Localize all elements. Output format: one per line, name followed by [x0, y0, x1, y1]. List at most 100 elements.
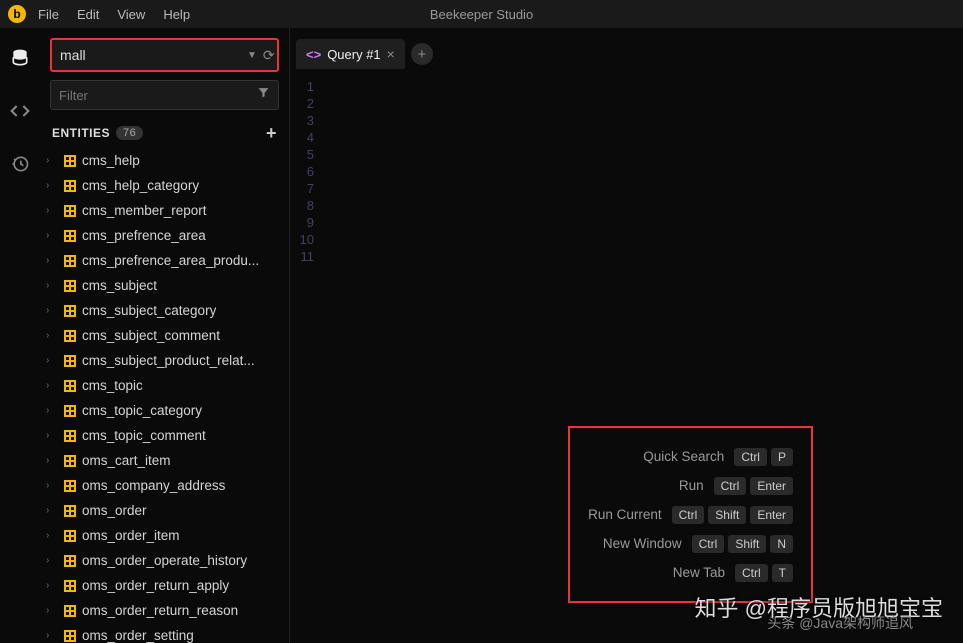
shortcut-label: Run Current: [588, 507, 662, 522]
table-name: cms_topic_category: [82, 403, 202, 418]
shortcut-row: New WindowCtrlShiftN: [588, 529, 793, 558]
chevron-right-icon: ›: [46, 255, 58, 266]
table-name: oms_order_return_reason: [82, 603, 238, 618]
filter-row[interactable]: [50, 80, 279, 110]
table-row[interactable]: ›cms_subject: [40, 273, 289, 298]
table-name: oms_order_return_apply: [82, 578, 229, 593]
query-icon[interactable]: [10, 101, 30, 126]
table-row[interactable]: ›cms_help: [40, 148, 289, 173]
table-row[interactable]: › cms_subject_comment: [40, 323, 289, 348]
database-icon[interactable]: [10, 48, 30, 73]
shortcut-label: Quick Search: [643, 449, 724, 464]
table-icon: [64, 530, 76, 542]
tab-query-1[interactable]: <> Query #1 ×: [296, 39, 405, 69]
table-icon: [64, 480, 76, 492]
table-name: oms_order_operate_history: [82, 553, 247, 568]
menu-file[interactable]: File: [38, 7, 59, 22]
table-row[interactable]: ›oms_cart_item: [40, 448, 289, 473]
table-row[interactable]: ›cms_topic_comment: [40, 423, 289, 448]
refresh-icon[interactable]: ⟳: [263, 47, 275, 64]
code-icon: <>: [306, 47, 321, 62]
table-icon: [64, 380, 76, 392]
chevron-right-icon: ›: [46, 305, 58, 316]
shortcut-label: New Window: [603, 536, 682, 551]
table-row[interactable]: ›cms_prefrence_area_produ...: [40, 248, 289, 273]
chevron-right-icon: ›: [46, 430, 58, 441]
database-input[interactable]: [60, 47, 241, 63]
key-badge: Enter: [750, 506, 793, 524]
table-row[interactable]: ›oms_order_operate_history: [40, 548, 289, 573]
table-name: cms_member_report: [82, 203, 207, 218]
table-row[interactable]: › cms_subject_category: [40, 298, 289, 323]
key-badge: Enter: [750, 477, 793, 495]
close-tab-icon[interactable]: ×: [387, 46, 395, 62]
key-badge: Ctrl: [672, 506, 705, 524]
shortcut-label: New Tab: [673, 565, 725, 580]
key-badge: Ctrl: [734, 448, 767, 466]
table-name: cms_subject_product_relat...: [82, 353, 255, 368]
chevron-down-icon[interactable]: ▼: [247, 50, 257, 61]
table-name: cms_help_category: [82, 178, 199, 193]
table-row[interactable]: › oms_order_return_reason: [40, 598, 289, 623]
app-title: Beekeeper Studio: [430, 7, 533, 22]
entities-label: ENTITIES: [52, 126, 110, 140]
table-row[interactable]: › cms_help_category: [40, 173, 289, 198]
shortcut-row: New TabCtrlT: [588, 558, 793, 587]
chevron-right-icon: ›: [46, 330, 58, 341]
filter-icon[interactable]: [257, 86, 270, 104]
table-row[interactable]: ›oms_order_setting: [40, 623, 289, 643]
table-row[interactable]: ›oms_order_return_apply: [40, 573, 289, 598]
table-icon: [64, 155, 76, 167]
chevron-right-icon: ›: [46, 205, 58, 216]
entities-header: ENTITIES 76 +: [40, 114, 289, 148]
database-selector[interactable]: ▼ ⟳: [50, 38, 279, 72]
chevron-right-icon: ›: [46, 530, 58, 541]
chevron-right-icon: ›: [46, 505, 58, 516]
title-bar: b File Edit View Help Beekeeper Studio: [0, 0, 963, 28]
entity-tree[interactable]: ›cms_help›cms_help_category›cms_member_r…: [40, 148, 289, 643]
chevron-right-icon: ›: [46, 605, 58, 616]
table-icon: [64, 355, 76, 367]
history-icon[interactable]: [10, 154, 30, 179]
table-name: cms_help: [82, 153, 140, 168]
menu-help[interactable]: Help: [163, 7, 190, 22]
chevron-right-icon: ›: [46, 180, 58, 191]
table-icon: [64, 280, 76, 292]
table-icon: [64, 230, 76, 242]
editor-area: <> Query #1 × + 1234567891011 Quick Sear…: [290, 28, 963, 643]
chevron-right-icon: ›: [46, 480, 58, 491]
key-badge: Ctrl: [692, 535, 725, 553]
table-row[interactable]: ›cms_topic: [40, 373, 289, 398]
sidebar: ▼ ⟳ ENTITIES 76 + ›cms_help›cms_help_cat…: [40, 28, 290, 643]
line-gutter: 1234567891011: [290, 78, 320, 643]
table-row[interactable]: › cms_member_report: [40, 198, 289, 223]
menu-edit[interactable]: Edit: [77, 7, 99, 22]
tab-bar: <> Query #1 × +: [290, 36, 963, 72]
table-row[interactable]: ›oms_order_item: [40, 523, 289, 548]
table-name: cms_prefrence_area: [82, 228, 206, 243]
add-entity-button[interactable]: +: [266, 124, 277, 142]
table-name: cms_subject_category: [82, 303, 216, 318]
table-row[interactable]: › cms_prefrence_area: [40, 223, 289, 248]
table-row[interactable]: ›oms_company_address: [40, 473, 289, 498]
table-icon: [64, 555, 76, 567]
table-icon: [64, 455, 76, 467]
table-icon: [64, 330, 76, 342]
table-icon: [64, 405, 76, 417]
chevron-right-icon: ›: [46, 630, 58, 641]
table-row[interactable]: ›oms_order: [40, 498, 289, 523]
menu-view[interactable]: View: [117, 7, 145, 22]
table-icon: [64, 505, 76, 517]
tab-label: Query #1: [327, 47, 380, 62]
chevron-right-icon: ›: [46, 380, 58, 391]
chevron-right-icon: ›: [46, 455, 58, 466]
chevron-right-icon: ›: [46, 405, 58, 416]
filter-input[interactable]: [59, 88, 257, 103]
table-row[interactable]: ›cms_subject_product_relat...: [40, 348, 289, 373]
table-name: cms_subject_comment: [82, 328, 220, 343]
key-badge: N: [770, 535, 793, 553]
chevron-right-icon: ›: [46, 230, 58, 241]
table-row[interactable]: › cms_topic_category: [40, 398, 289, 423]
app-logo: b: [8, 5, 26, 23]
new-tab-button[interactable]: +: [411, 43, 433, 65]
